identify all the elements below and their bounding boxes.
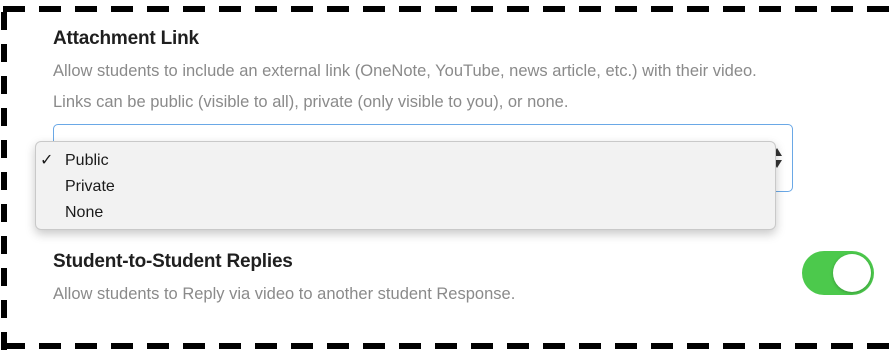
option-private[interactable]: Private <box>36 174 775 200</box>
attachment-link-description-line1: Allow students to include an external li… <box>53 62 757 80</box>
option-label: Private <box>65 178 115 195</box>
option-label: Public <box>65 152 109 169</box>
student-replies-toggle[interactable] <box>802 251 874 295</box>
student-replies-description: Allow students to Reply via video to ano… <box>53 285 516 303</box>
option-public[interactable]: ✓ Public <box>36 148 775 174</box>
option-label: None <box>65 204 104 221</box>
option-none[interactable]: None <box>36 200 775 226</box>
attachment-link-title: Attachment Link <box>53 28 199 49</box>
attachment-link-description-line2: Links can be public (visible to all), pr… <box>53 93 569 111</box>
student-replies-title: Student-to-Student Replies <box>53 251 293 272</box>
checkmark-icon: ✓ <box>40 152 54 169</box>
toggle-knob[interactable] <box>833 254 871 292</box>
attachment-link-dropdown-menu[interactable]: ✓ Public Private None <box>35 141 776 230</box>
